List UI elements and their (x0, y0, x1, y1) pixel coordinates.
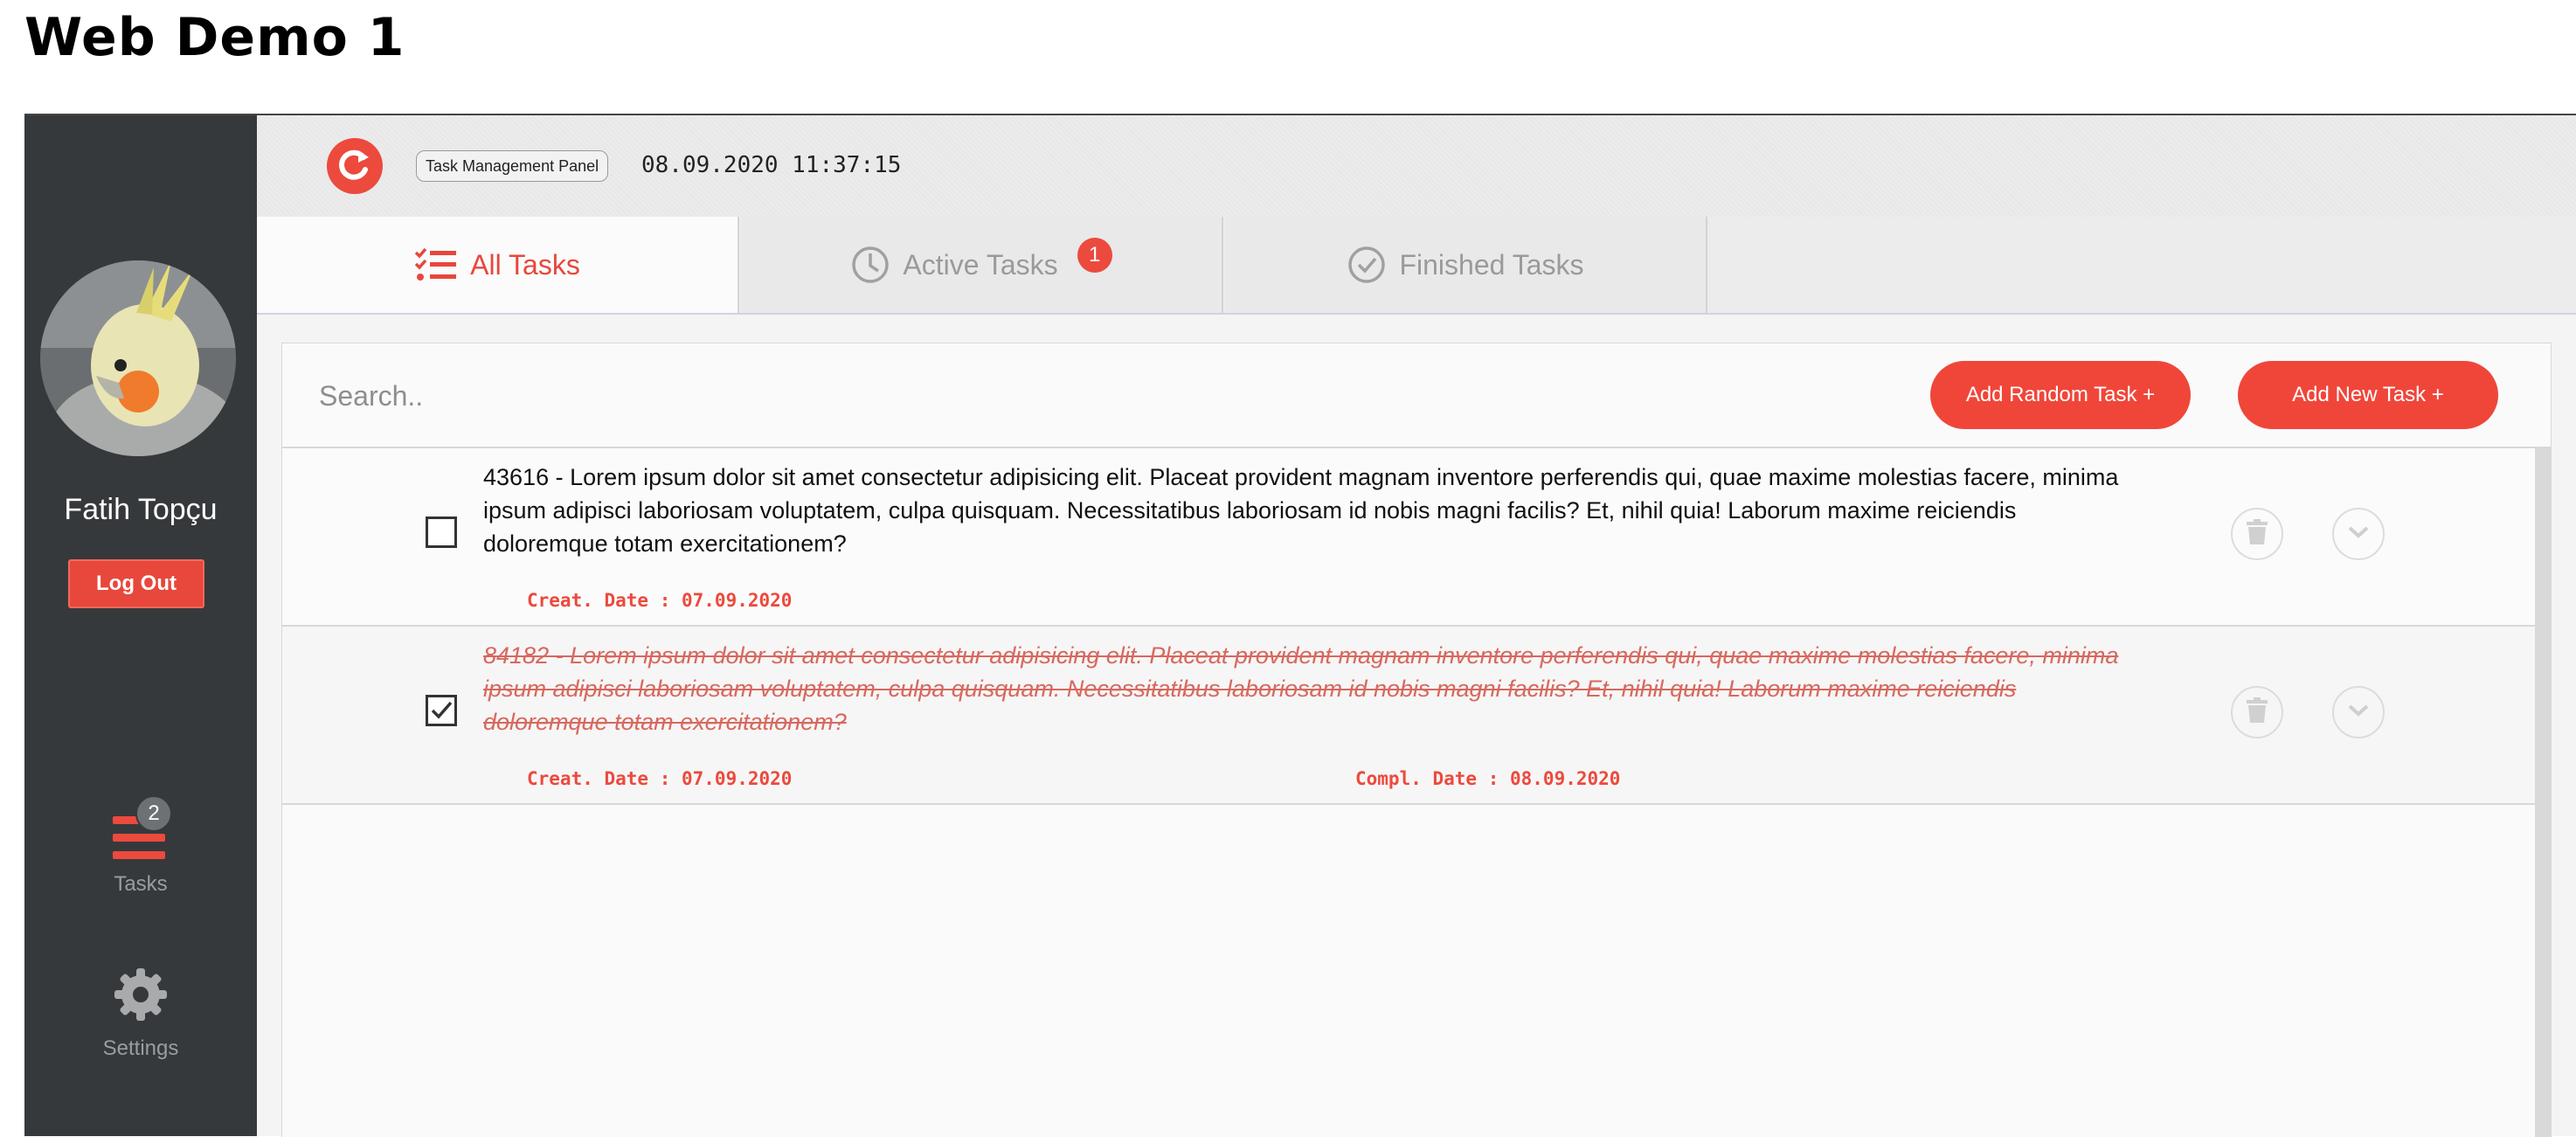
topbar: Task Management Panel 08.09.2020 11:37:1… (257, 115, 2576, 218)
trash-icon (2246, 518, 2268, 550)
delete-task-button[interactable] (2231, 686, 2283, 738)
avatar (40, 260, 236, 456)
task-list: 43616 - Lorem ipsum dolor sit amet conse… (282, 448, 2535, 1137)
task-panel: Add Random Task + Add New Task + 43616 -… (281, 343, 2552, 1137)
scrollbar[interactable] (2535, 448, 2551, 1137)
creation-date: Creat. Date : 07.09.2020 (527, 768, 793, 789)
task-row: 84182 - Lorem ipsum dolor sit amet conse… (282, 627, 2535, 805)
task-row: 43616 - Lorem ipsum dolor sit amet conse… (282, 448, 2535, 627)
panel-label: Task Management Panel (416, 150, 609, 182)
add-random-task-button[interactable]: Add Random Task + (1930, 361, 2191, 429)
gear-icon (113, 967, 169, 1029)
main-panel: Task Management Panel 08.09.2020 11:37:1… (257, 115, 2576, 1137)
sidebar-item-tasks[interactable]: 2 Tasks (24, 795, 257, 897)
tasks-count-badge: 2 (135, 795, 172, 832)
page-heading: Web Demo 1 (24, 7, 405, 68)
sidebar-item-label: Tasks (114, 872, 168, 896)
refresh-button[interactable] (327, 138, 383, 194)
task-text: 84182 - Lorem ipsum dolor sit amet conse… (483, 642, 2119, 735)
completion-date: Compl. Date : 08.09.2020 (1355, 768, 1621, 789)
task-checkbox-checked[interactable] (426, 695, 457, 726)
expand-task-button[interactable] (2332, 508, 2385, 560)
tab-active-tasks[interactable]: Active Tasks 1 (741, 217, 1223, 313)
checklist-icon (414, 247, 458, 282)
sidebar: Fatih Topçu Log Out 2 Tasks Settings (24, 115, 257, 1136)
tab-label: Active Tasks (903, 248, 1058, 281)
check-circle-icon (1347, 245, 1387, 285)
tab-finished-tasks[interactable]: Finished Tasks (1225, 217, 1707, 313)
tab-bar: All Tasks Active Tasks 1 Finished Tasks (257, 217, 2576, 315)
app-window: Fatih Topçu Log Out 2 Tasks Settings Tas… (24, 114, 2576, 1137)
current-datetime: 08.09.2020 11:37:15 (641, 152, 902, 178)
task-text: 43616 - Lorem ipsum dolor sit amet conse… (483, 464, 2119, 557)
active-count-badge: 1 (1077, 238, 1112, 273)
search-input[interactable] (317, 373, 1544, 419)
search-bar: Add Random Task + Add New Task + (282, 343, 2551, 448)
task-checkbox[interactable] (426, 517, 457, 548)
tab-label: All Tasks (470, 248, 580, 281)
logout-button[interactable]: Log Out (68, 559, 204, 608)
refresh-icon (327, 149, 383, 198)
sidebar-item-label: Settings (102, 1036, 179, 1060)
chevron-down-icon (2347, 525, 2370, 544)
tab-all-tasks[interactable]: All Tasks (257, 217, 739, 313)
tab-label: Finished Tasks (1399, 248, 1584, 281)
add-new-task-button[interactable]: Add New Task + (2238, 361, 2498, 429)
chevron-down-icon (2347, 704, 2370, 722)
user-name: Fatih Topçu (64, 493, 218, 526)
clock-icon (850, 245, 890, 285)
expand-task-button[interactable] (2332, 686, 2385, 738)
creation-date: Creat. Date : 07.09.2020 (527, 590, 793, 611)
trash-icon (2246, 697, 2268, 728)
sidebar-item-settings[interactable]: Settings (24, 960, 257, 1061)
delete-task-button[interactable] (2231, 508, 2283, 560)
